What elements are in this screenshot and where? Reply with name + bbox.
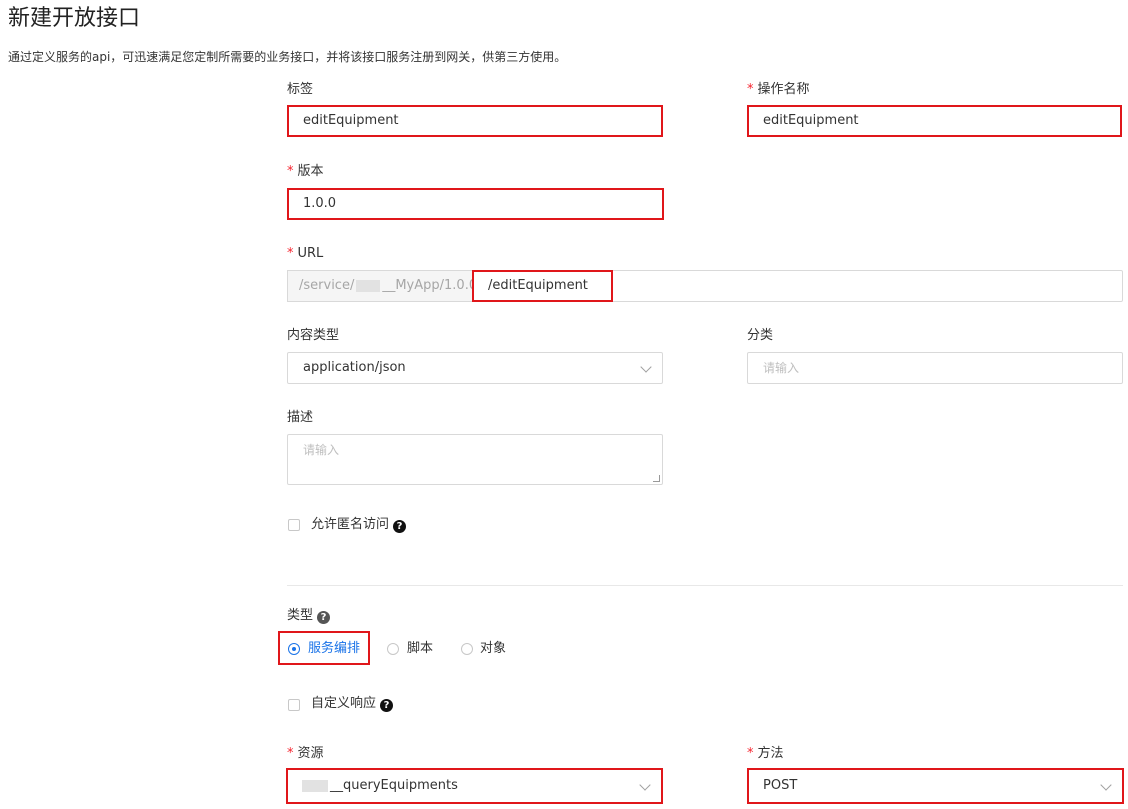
- description-label: 描述: [287, 410, 314, 425]
- redacted-block: [356, 279, 381, 292]
- custom-response-label: 自定义响应?: [311, 695, 394, 713]
- resource-select[interactable]: __queryEquipments: [286, 768, 663, 804]
- content-type-label: 内容类型: [287, 328, 340, 343]
- radio-script[interactable]: [387, 643, 399, 655]
- tag-label: 标签: [287, 82, 314, 97]
- tag-input[interactable]: editEquipment: [287, 105, 663, 137]
- chevron-down-icon: [640, 361, 652, 373]
- version-input[interactable]: 1.0.0: [287, 188, 664, 220]
- operation-name-input[interactable]: editEquipment: [747, 105, 1122, 137]
- help-icon[interactable]: ?: [380, 699, 394, 712]
- url-prefix: /service/__MyApp/1.0.0: [287, 270, 472, 302]
- resource-label: * 资源: [287, 746, 324, 761]
- description-textarea[interactable]: 请输入: [287, 434, 663, 485]
- custom-response-checkbox[interactable]: [288, 699, 300, 711]
- help-icon[interactable]: ?: [393, 520, 407, 533]
- url-label: * URL: [287, 246, 324, 261]
- help-icon[interactable]: ?: [317, 611, 331, 624]
- anonymous-checkbox[interactable]: [288, 519, 300, 531]
- version-label: * 版本: [287, 164, 324, 179]
- radio-label-service-orchestration[interactable]: 服务编排: [308, 640, 360, 658]
- radio-service-orchestration[interactable]: [288, 643, 300, 655]
- operation-name-label: * 操作名称: [747, 82, 810, 97]
- chevron-down-icon: [1100, 779, 1112, 791]
- method-label: * 方法: [747, 746, 784, 761]
- radio-label-script[interactable]: 脚本: [407, 640, 433, 658]
- anonymous-label: 允许匿名访问?: [311, 516, 407, 534]
- chevron-down-icon: [639, 779, 651, 791]
- page-title: 新建开放接口: [8, 6, 141, 31]
- url-path-input[interactable]: /editEquipment: [472, 270, 613, 302]
- redacted-block: [302, 779, 328, 792]
- radio-object[interactable]: [461, 643, 473, 655]
- section-divider: [287, 585, 1123, 586]
- type-label: 类型?: [287, 607, 331, 625]
- category-label: 分类: [747, 328, 774, 343]
- resize-handle-icon[interactable]: [653, 475, 660, 482]
- category-input[interactable]: 请输入: [747, 352, 1123, 384]
- radio-label-object[interactable]: 对象: [480, 640, 506, 658]
- method-select[interactable]: POST: [747, 768, 1124, 804]
- page-description: 通过定义服务的api，可迅速满足您定制所需要的业务接口，并将该接口服务注册到网关…: [8, 50, 567, 64]
- content-type-select[interactable]: application/json: [287, 352, 663, 384]
